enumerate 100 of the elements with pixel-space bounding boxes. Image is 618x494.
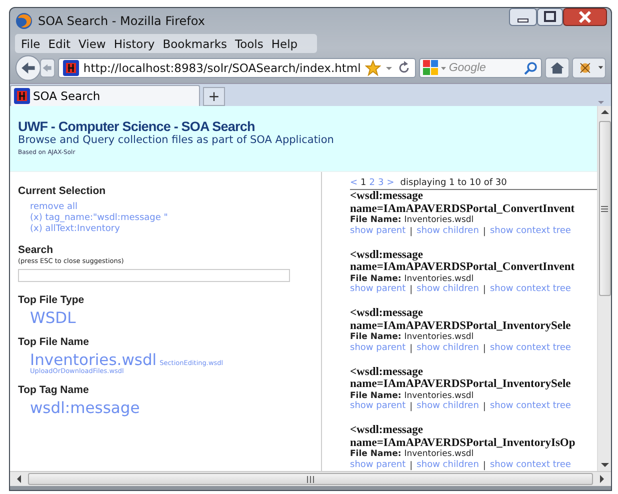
result-link[interactable]: show context tree	[490, 342, 571, 354]
field-label: File Name:	[350, 332, 402, 342]
next-link[interactable]: >	[386, 178, 394, 188]
result-tag: <wsdl:message	[350, 248, 597, 261]
file-name: Inventories.wsdl	[404, 215, 474, 225]
site-favicon-icon	[14, 88, 30, 104]
result-name: name=IAmAPAVERDSPortal_InventorySele	[350, 320, 572, 332]
menu-item[interactable]: Help	[267, 36, 302, 50]
result-name: name=IAmAPAVERDSPortal_InventorySele	[350, 378, 572, 390]
results-summary: displaying 1 to 10 of 30	[400, 178, 507, 188]
file-name: Inventories.wsdl	[404, 390, 474, 400]
section-heading: Top File Type	[18, 294, 84, 306]
result-name: name=IAmAPAVERDSPortal_ConvertInvent	[350, 261, 576, 274]
scroll-left-icon[interactable]	[16, 475, 22, 483]
section-heading: Search	[18, 244, 54, 256]
horizontal-scrollbar[interactable]	[10, 471, 611, 486]
scroll-thumb[interactable]	[598, 121, 610, 296]
result-link[interactable]: show parent	[350, 401, 406, 413]
field-label: File Name:	[350, 449, 402, 459]
filter-link[interactable]: remove all	[30, 202, 168, 213]
tag-link[interactable]: wsdl:message	[30, 400, 140, 416]
previous-link[interactable]: <	[350, 178, 358, 188]
search-input[interactable]: Google	[448, 62, 522, 74]
result-link[interactable]: show context tree	[490, 460, 571, 472]
browser-logo-icon	[15, 12, 33, 30]
separator: |	[482, 284, 486, 296]
field-label: File Name:	[350, 274, 402, 284]
result-name: name=IAmAPAVERDSPortal_ConvertInvent	[350, 202, 576, 215]
minimize-icon[interactable]	[509, 8, 537, 26]
separator: |	[410, 342, 413, 354]
result-link[interactable]: show children	[416, 342, 479, 354]
result-link[interactable]: show context tree	[490, 401, 571, 413]
home-icon[interactable]	[544, 57, 570, 79]
result-link[interactable]: show parent	[350, 342, 406, 354]
page-link[interactable]: 3	[378, 178, 384, 188]
field-label: File Name:	[350, 390, 402, 400]
menu-item[interactable]: File	[17, 36, 44, 50]
page-link[interactable]: 2	[369, 178, 376, 188]
result-link[interactable]: show children	[416, 460, 479, 472]
result-link[interactable]: show context tree	[490, 284, 571, 296]
browser-tab[interactable]: SOA Search	[10, 85, 200, 106]
page-title: UWF - Computer Science - SOA Search	[18, 119, 256, 134]
menu-item[interactable]: Bookmarks	[158, 36, 231, 50]
search-engine-icon[interactable]	[422, 60, 447, 76]
result-tag: <wsdl:message	[350, 307, 597, 320]
scroll-right-icon[interactable]	[599, 475, 605, 483]
section-heading: Top Tag Name	[18, 384, 89, 396]
filter-link[interactable]: (x) tag_name:"wsdl:message "	[30, 213, 168, 224]
file-name: Inventories.wsdl	[404, 449, 474, 459]
address-field[interactable]: http://localhost:8983/solr/SOASearch/index.html	[58, 58, 416, 78]
result-link[interactable]: show parent	[350, 284, 406, 296]
result-link[interactable]: show children	[416, 284, 479, 296]
result-link[interactable]: show children	[416, 226, 479, 238]
separator: |	[482, 342, 486, 354]
menu-item[interactable]: Edit	[44, 36, 75, 50]
separator: |	[410, 401, 413, 413]
search-field[interactable]	[18, 269, 290, 282]
scroll-up-icon[interactable]	[600, 109, 608, 115]
window-title: SOA Search - Mozilla Firefox	[38, 14, 206, 28]
section-heading: Top File Name	[18, 336, 89, 348]
close-icon[interactable]	[563, 8, 607, 26]
search-field[interactable]: Google	[418, 58, 542, 78]
separator: |	[482, 226, 486, 238]
page-subtitle: Browse and Query collection files as part of SOA Application	[18, 134, 335, 146]
file-name: Inventories.wsdl	[404, 332, 474, 342]
result-link[interactable]: show parent	[350, 460, 406, 472]
separator: |	[482, 460, 486, 472]
separator: |	[410, 460, 413, 472]
page-link[interactable]: 1	[360, 178, 366, 188]
maximize-icon[interactable]	[537, 8, 563, 26]
scroll-down-icon[interactable]	[600, 462, 608, 468]
file-name: Inventories.wsdl	[404, 274, 474, 284]
result-tag: <wsdl:message	[350, 366, 597, 378]
new-tab-button[interactable]: +	[203, 87, 225, 106]
addon-button-icon[interactable]	[572, 57, 606, 79]
filter-link[interactable]: (x) allText:Inventory	[30, 224, 168, 235]
tag-link[interactable]: WSDL	[30, 311, 76, 326]
back-icon[interactable]	[15, 54, 42, 82]
separator: |	[482, 401, 486, 413]
vertical-scrollbar[interactable]	[597, 106, 611, 471]
scroll-thumb[interactable]	[28, 473, 593, 485]
menu-item[interactable]: View	[74, 36, 110, 50]
result-tag: <wsdl:message	[350, 190, 597, 202]
separator: |	[410, 226, 413, 238]
search-icon[interactable]	[524, 61, 538, 75]
field-label: File Name:	[350, 215, 402, 225]
result-link[interactable]: show parent	[350, 226, 406, 238]
tag-link[interactable]: Inventories.wsdl	[30, 352, 157, 368]
site-favicon-icon	[63, 60, 80, 76]
result-link[interactable]: show children	[416, 401, 479, 413]
result-name: name=IAmAPAVERDSPortal_InventoryIsOp	[350, 436, 576, 449]
separator: |	[410, 284, 413, 296]
result-link[interactable]: show context tree	[490, 226, 571, 238]
star-icon[interactable]	[364, 60, 381, 76]
result-tag: <wsdl:message	[350, 424, 597, 436]
grip-icon	[601, 206, 608, 212]
menu-item[interactable]: Tools	[231, 36, 268, 50]
section-heading: Current Selection	[18, 185, 106, 197]
grip-icon	[307, 476, 314, 482]
menu-item[interactable]: History	[110, 36, 159, 50]
